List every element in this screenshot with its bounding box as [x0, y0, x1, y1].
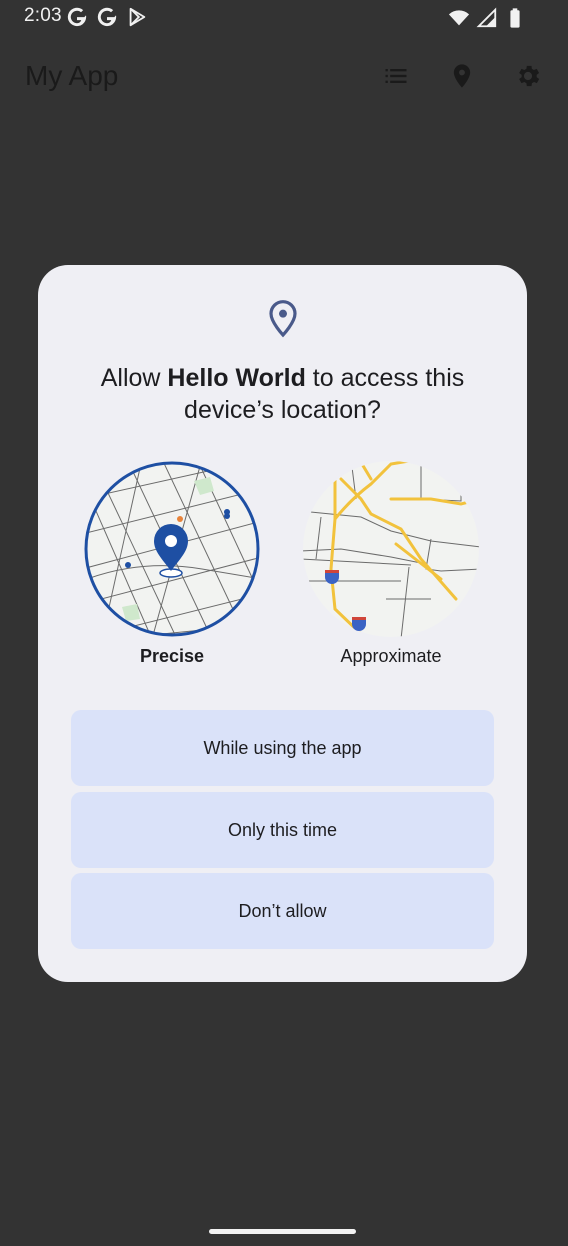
title-prefix: Allow	[100, 364, 168, 392]
precise-location-option[interactable]: Precise	[82, 459, 262, 689]
list-button[interactable]	[382, 62, 410, 90]
status-system-icons	[448, 7, 526, 29]
interstate-shield	[352, 617, 366, 631]
status-notification-icons	[66, 6, 148, 28]
app-bar-actions	[382, 62, 542, 90]
dialog-title: Allow Hello World to access this device’…	[58, 362, 507, 426]
approximate-label: Approximate	[340, 646, 442, 666]
play-store-icon	[129, 7, 146, 27]
only-this-time-button[interactable]: Only this time	[71, 792, 494, 868]
settings-gear-icon	[519, 65, 540, 87]
app-bar: My App	[0, 48, 568, 108]
settings-button[interactable]	[514, 62, 542, 90]
while-using-app-button[interactable]: While using the app	[71, 710, 494, 786]
battery-icon	[510, 8, 520, 28]
approximate-location-option[interactable]: Approximate	[301, 459, 481, 689]
precise-label: Precise	[139, 646, 205, 666]
google-icon	[97, 7, 117, 27]
app-name: Hello World	[167, 364, 306, 392]
status-time: 2:03	[24, 5, 62, 26]
signal-icon	[476, 7, 497, 28]
dont-allow-button[interactable]: Don’t allow	[71, 873, 494, 949]
location-pin-icon	[269, 300, 297, 338]
location-permission-dialog: Allow Hello World to access this device’…	[38, 265, 527, 982]
status-bar: 2:03	[0, 0, 568, 34]
wifi-icon	[448, 10, 470, 26]
list-icon	[385, 69, 407, 83]
app-title: My App	[25, 60, 119, 91]
precise-map-icon	[84, 461, 260, 637]
interstate-shield	[325, 570, 339, 584]
google-icon	[67, 7, 87, 27]
location-pin-icon	[453, 64, 471, 88]
approximate-map-icon	[303, 461, 479, 637]
home-indicator[interactable]	[209, 1229, 356, 1234]
location-button[interactable]	[448, 62, 476, 90]
